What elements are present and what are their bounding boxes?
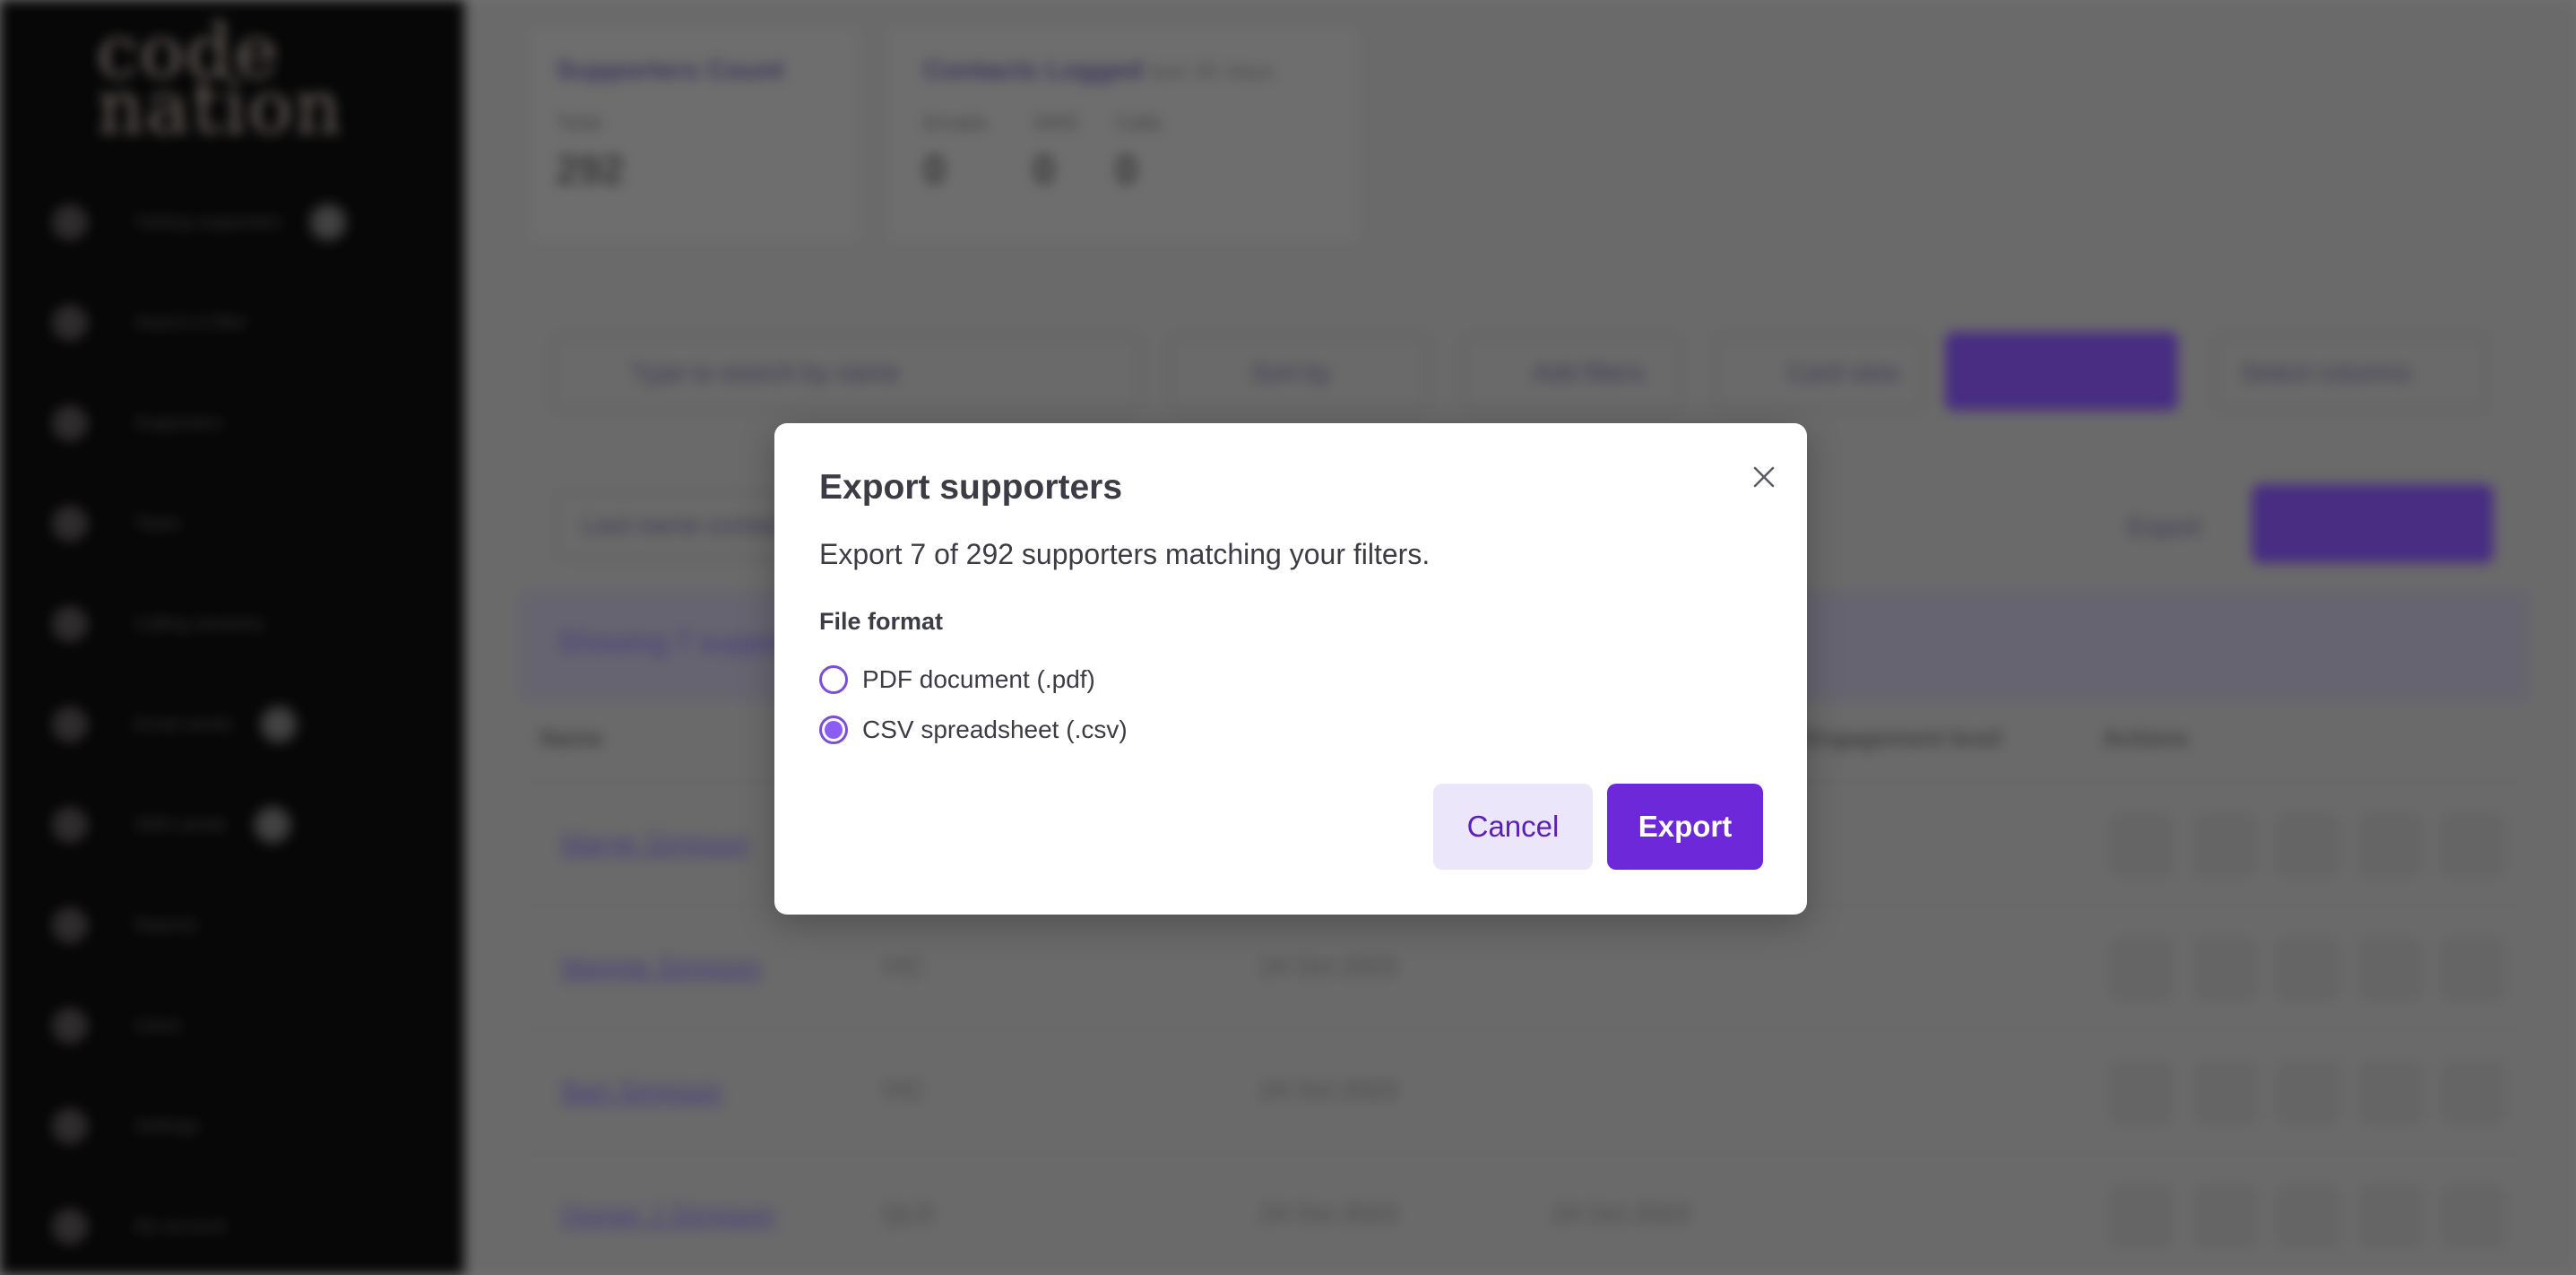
dialog-title: Export supporters bbox=[819, 468, 1123, 507]
close-button[interactable] bbox=[1742, 455, 1785, 499]
radio-selected-dot bbox=[825, 721, 843, 739]
cancel-button[interactable]: Cancel bbox=[1433, 784, 1593, 870]
pdf-radio[interactable] bbox=[819, 665, 848, 694]
dialog-description: Export 7 of 292 supporters matching your… bbox=[819, 538, 1431, 570]
radio-option-pdf[interactable]: PDF document (.pdf) bbox=[819, 665, 1095, 694]
radio-label: CSV spreadsheet (.csv) bbox=[862, 716, 1128, 743]
radio-label: PDF document (.pdf) bbox=[862, 665, 1095, 693]
export-dialog: Export supporters Export 7 of 292 suppor… bbox=[774, 423, 1807, 915]
radio-option-csv[interactable]: CSV spreadsheet (.csv) bbox=[819, 716, 1128, 744]
export-button[interactable]: Export bbox=[1607, 784, 1763, 870]
close-icon bbox=[1753, 466, 1775, 488]
csv-radio[interactable] bbox=[819, 716, 848, 744]
file-format-label: File format bbox=[819, 608, 944, 635]
